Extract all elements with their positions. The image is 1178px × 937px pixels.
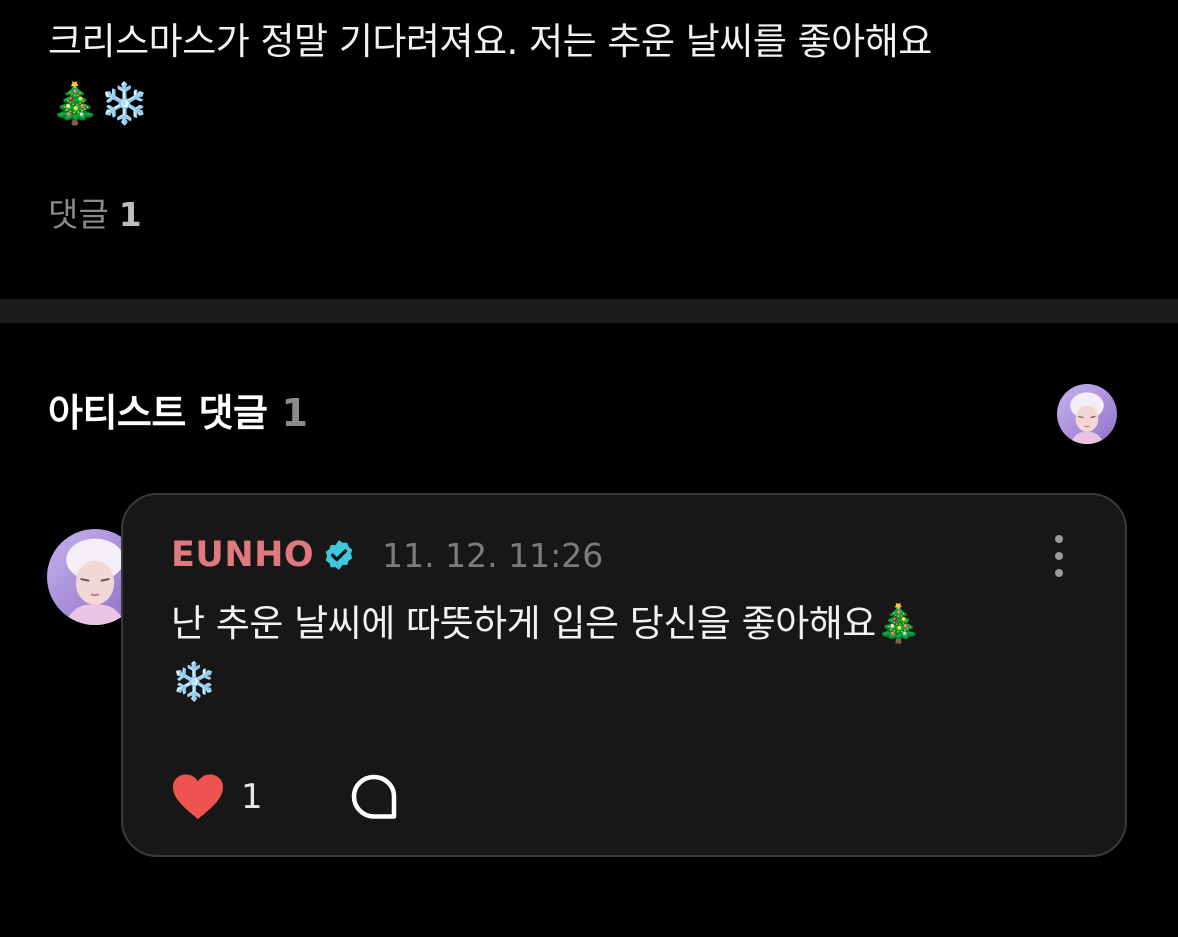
more-vertical-icon — [1055, 535, 1063, 543]
comment-author-name[interactable]: EUNHO — [171, 535, 314, 575]
more-options-button[interactable] — [1049, 535, 1069, 577]
artist-comment-card: EUNHO 11. 12. 11:26 난 추운 날씨에 따뜻하게 입은 당신을… — [121, 493, 1127, 857]
more-vertical-icon-dot — [1055, 552, 1063, 560]
comment-body: 난 추운 날씨에 따뜻하게 입은 당신을 좋아해요🎄 ❄️ — [171, 595, 1071, 711]
more-vertical-icon-dot — [1055, 569, 1063, 577]
artist-comments-label: 아티스트 댓글 — [48, 391, 268, 435]
artist-comments-header: 아티스트 댓글 1 — [48, 386, 308, 440]
like-button[interactable]: 1 — [171, 773, 263, 821]
heart-icon — [173, 774, 223, 819]
comment-meta: EUNHO 11. 12. 11:26 — [171, 531, 603, 579]
post-section: 크리스마스가 정말 기다려져요. 저는 추운 날씨를 좋아해요 🎄❄️ 댓글 1 — [0, 0, 1178, 299]
comment-count-button[interactable]: 댓글 1 — [48, 192, 142, 238]
comment-timestamp: 11. 12. 11:26 — [382, 535, 604, 575]
reply-bubble-icon — [351, 774, 396, 819]
comment-count-label: 댓글 — [48, 195, 109, 234]
comment-body-line: ❄️ — [171, 660, 217, 703]
comment-count-value: 1 — [118, 195, 142, 234]
artist-avatar-icon — [1057, 384, 1117, 444]
artist-avatar-button[interactable] — [1057, 384, 1117, 444]
verified-badge-icon — [325, 540, 353, 570]
comment-body-line: 난 추운 날씨에 따뜻하게 입은 당신을 좋아해요🎄 — [171, 602, 922, 645]
post-emoji-line: 🎄❄️ — [50, 81, 150, 127]
comment-actions: 1 — [171, 771, 399, 823]
post-text: 크리스마스가 정말 기다려져요. 저는 추운 날씨를 좋아해요 — [48, 20, 932, 63]
artist-comments-count: 1 — [281, 391, 308, 435]
reply-button[interactable] — [349, 772, 399, 822]
section-divider — [0, 299, 1178, 323]
like-count: 1 — [241, 777, 263, 817]
